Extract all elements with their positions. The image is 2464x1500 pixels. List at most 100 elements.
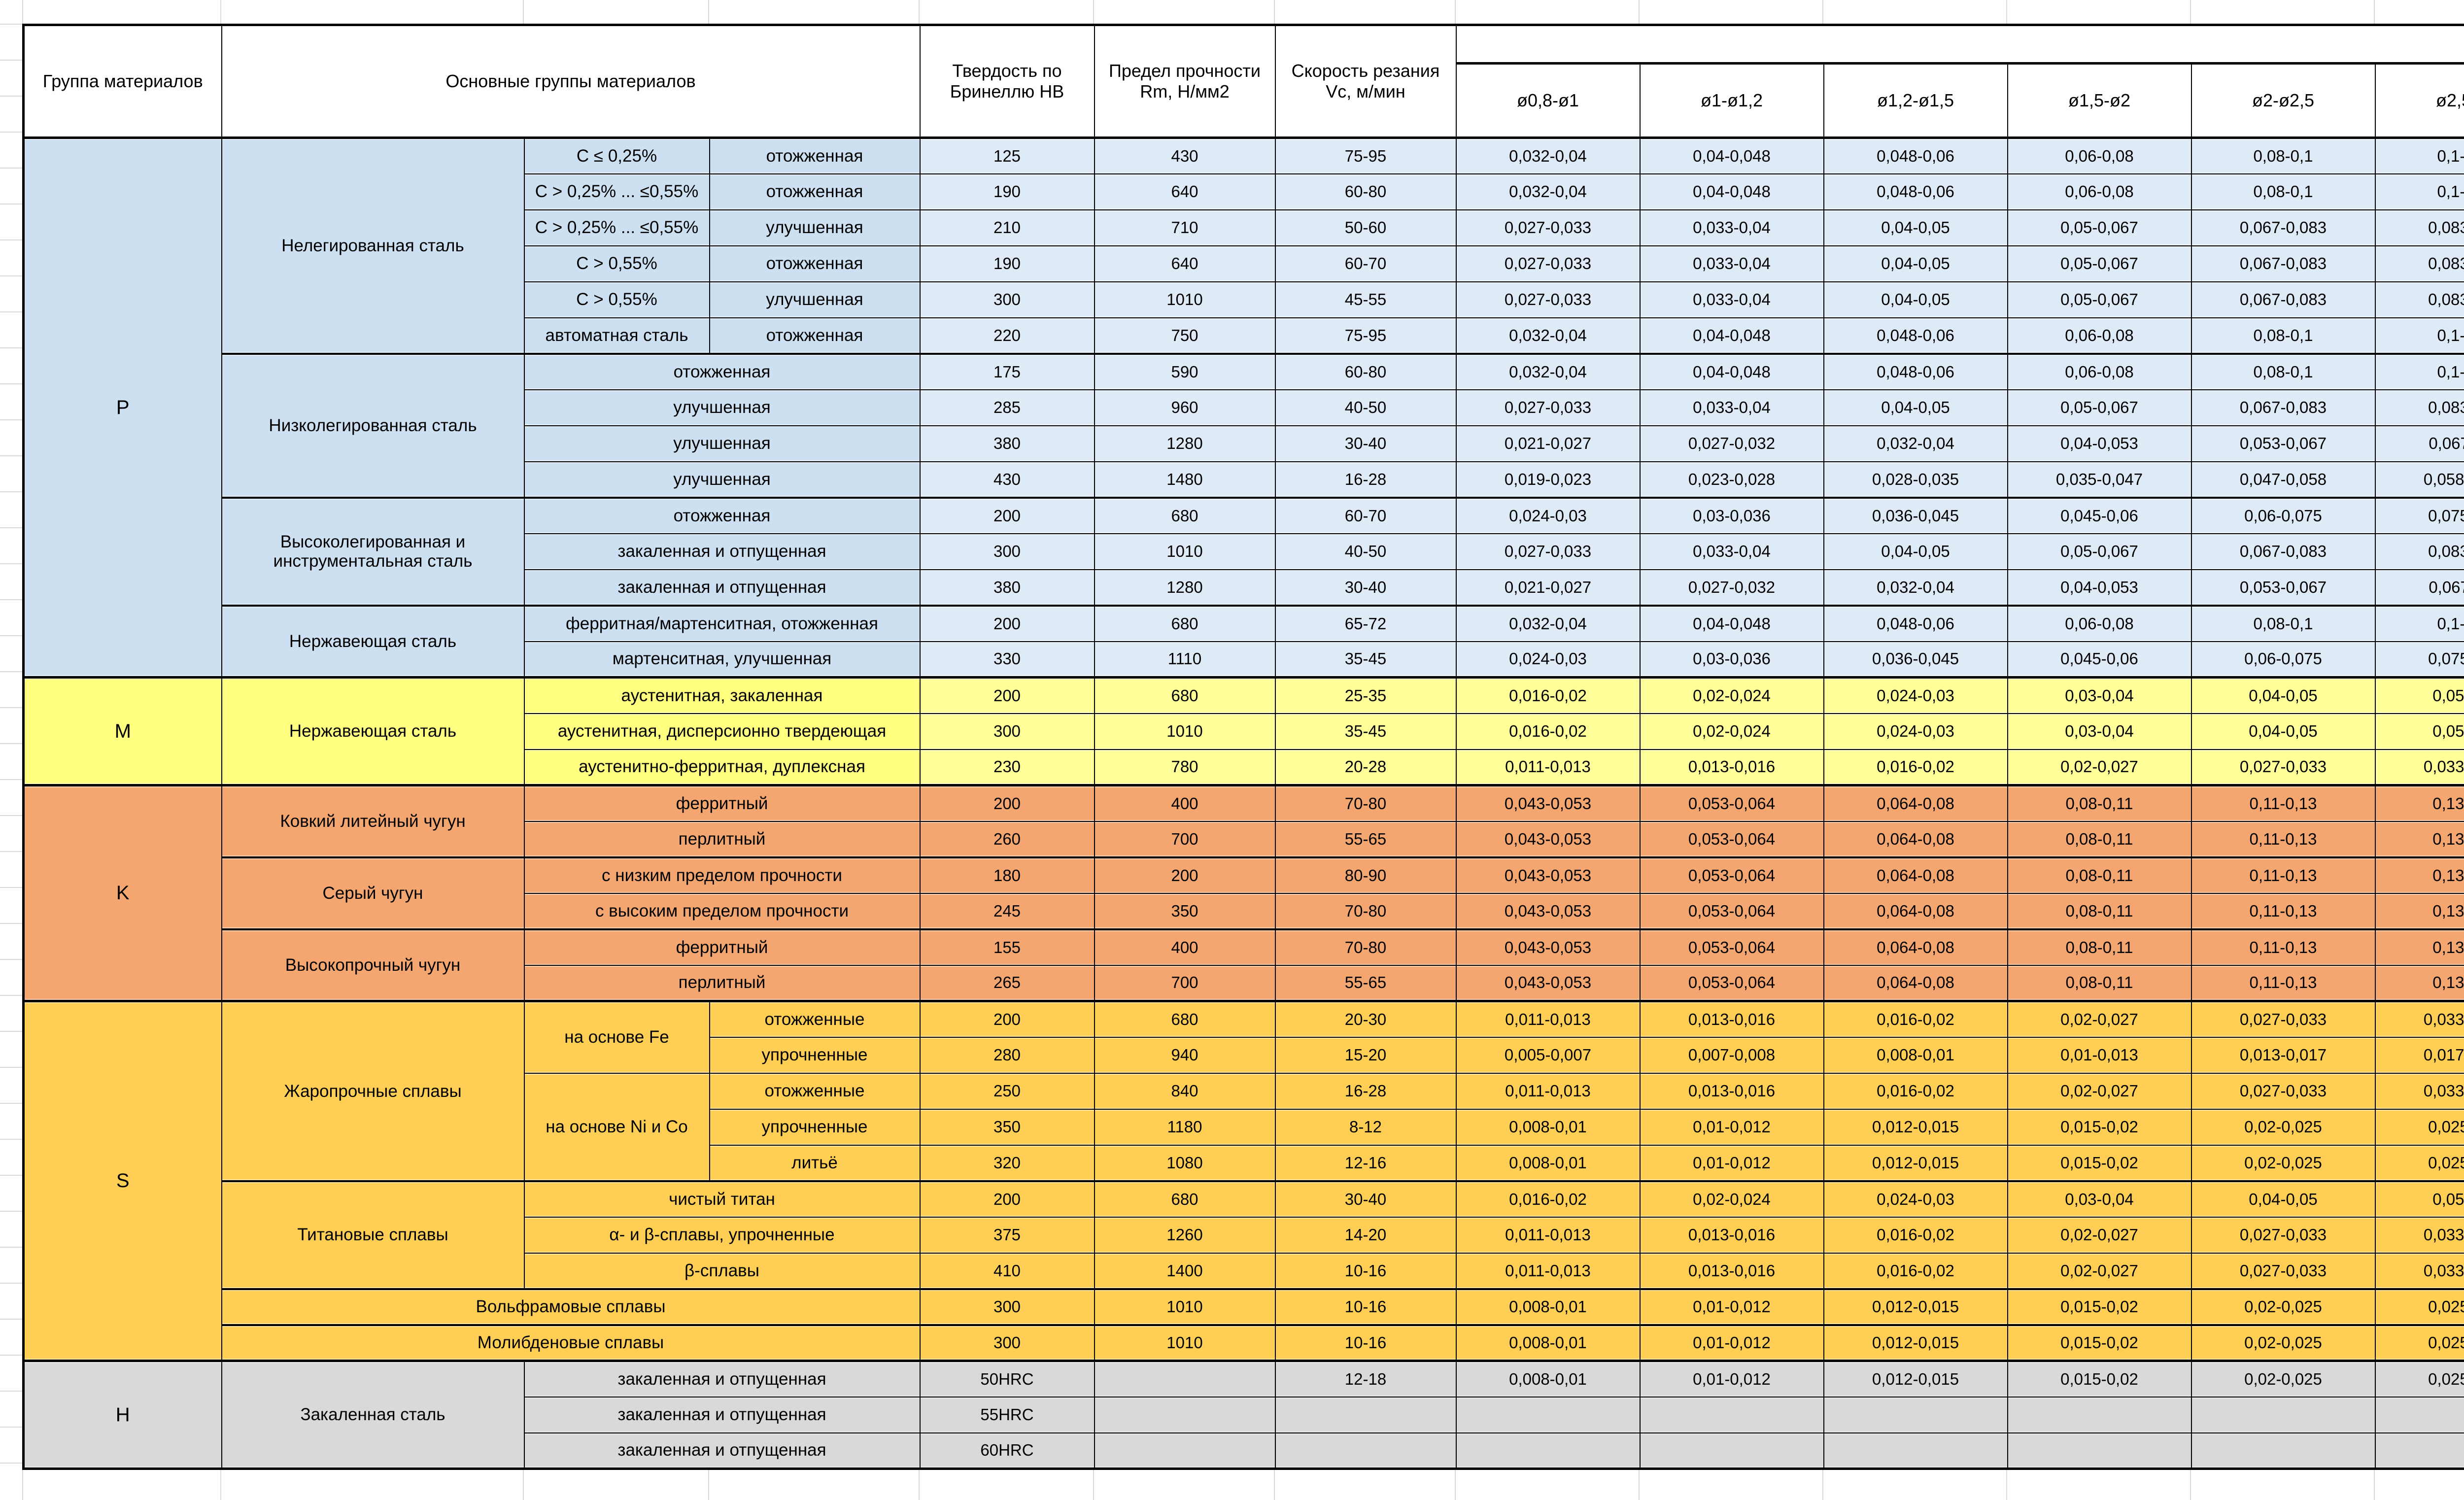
feed-cell[interactable]: 0,012-0,015 <box>1824 1289 2008 1325</box>
speed-cell[interactable]: 10-16 <box>1275 1253 1456 1289</box>
feed-cell[interactable]: 0,04-0,053 <box>2008 426 2191 462</box>
material-cell[interactable]: упрочненные <box>710 1037 920 1073</box>
strength-cell[interactable]: 780 <box>1095 750 1275 785</box>
speed-cell[interactable] <box>1275 1433 1456 1469</box>
feed-cell[interactable]: 0,03-0,04 <box>2008 1181 2191 1217</box>
material-cell[interactable]: Вольфрамовые сплавы <box>222 1289 920 1325</box>
feed-cell[interactable]: 0,064-0,08 <box>1824 857 2008 893</box>
strength-cell[interactable]: 430 <box>1095 138 1275 174</box>
feed-cell[interactable]: 0,016-0,02 <box>1824 1217 2008 1253</box>
feed-cell[interactable]: 0,06-0,08 <box>2008 318 2191 354</box>
speed-cell[interactable]: 60-70 <box>1275 498 1456 534</box>
feed-cell[interactable]: 0,08-0,11 <box>2008 929 2191 965</box>
feed-cell[interactable]: 0,04-0,05 <box>1824 210 2008 246</box>
feed-cell[interactable]: 0,064-0,08 <box>1824 821 2008 857</box>
header-feed-col[interactable]: ø0,8-ø1 <box>1456 64 1640 138</box>
feed-cell[interactable]: 0,03-0,04 <box>2008 714 2191 750</box>
hardness-cell[interactable]: 280 <box>920 1037 1095 1073</box>
hardness-cell[interactable]: 200 <box>920 678 1095 714</box>
material-cell[interactable]: аустенитная, закаленная <box>524 678 920 714</box>
speed-cell[interactable]: 75-95 <box>1275 318 1456 354</box>
strength-cell[interactable]: 1010 <box>1095 714 1275 750</box>
hardness-cell[interactable]: 180 <box>920 857 1095 893</box>
hardness-cell[interactable]: 350 <box>920 1109 1095 1145</box>
feed-cell[interactable]: 0,02-0,024 <box>1640 714 1824 750</box>
feed-cell[interactable]: 0,04-0,05 <box>1824 246 2008 282</box>
feed-cell[interactable]: 0,048-0,06 <box>1824 354 2008 390</box>
hardness-cell[interactable]: 200 <box>920 1001 1095 1037</box>
hardness-cell[interactable]: 380 <box>920 570 1095 606</box>
feed-cell[interactable]: 0,01-0,012 <box>1640 1361 1824 1397</box>
feed-cell[interactable]: 0,032-0,04 <box>1824 426 2008 462</box>
feed-cell[interactable]: 0,06-0,08 <box>2008 174 2191 210</box>
feed-cell[interactable]: 0,027-0,032 <box>1640 426 1824 462</box>
feed-cell[interactable]: 0,04-0,048 <box>1640 606 1824 642</box>
feed-cell[interactable]: 0,13-0,21 <box>2375 821 2464 857</box>
hardness-cell[interactable]: 55HRC <box>920 1397 1095 1433</box>
feed-cell[interactable]: 0,032-0,04 <box>1456 138 1640 174</box>
feed-cell[interactable]: 0,08-0,1 <box>2191 174 2375 210</box>
feed-cell[interactable]: 0,021-0,027 <box>1456 426 1640 462</box>
speed-cell[interactable]: 55-65 <box>1275 965 1456 1001</box>
speed-cell[interactable]: 60-70 <box>1275 246 1456 282</box>
feed-cell[interactable]: 0,032-0,04 <box>1456 174 1640 210</box>
feed-cell[interactable]: 0,033-0,053 <box>2375 1073 2464 1109</box>
group-letter-cell[interactable]: H <box>24 1361 222 1469</box>
feed-cell[interactable]: 0,064-0,08 <box>1824 929 2008 965</box>
feed-cell[interactable]: 0,05-0,067 <box>2008 246 2191 282</box>
feed-cell[interactable]: 0,033-0,053 <box>2375 1253 2464 1289</box>
material-cell[interactable]: упрочненные <box>710 1109 920 1145</box>
feed-cell[interactable]: 0,04-0,048 <box>1640 318 1824 354</box>
material-cell[interactable]: отожженная <box>710 318 920 354</box>
feed-cell[interactable]: 0,02-0,025 <box>2191 1289 2375 1325</box>
feed-cell[interactable]: 0,024-0,03 <box>1456 642 1640 678</box>
speed-cell[interactable]: 20-28 <box>1275 750 1456 785</box>
feed-cell[interactable]: 0,016-0,02 <box>1456 714 1640 750</box>
material-cell[interactable]: Высоколегированная и инструментальная ст… <box>222 498 524 606</box>
hardness-cell[interactable]: 330 <box>920 642 1095 678</box>
hardness-cell[interactable]: 260 <box>920 821 1095 857</box>
feed-cell[interactable] <box>1640 1397 1824 1433</box>
material-cell[interactable]: ферритный <box>524 785 920 821</box>
strength-cell[interactable]: 680 <box>1095 678 1275 714</box>
hardness-cell[interactable]: 200 <box>920 606 1095 642</box>
feed-cell[interactable]: 0,027-0,033 <box>2191 750 2375 785</box>
feed-cell[interactable]: 0,083-0,13 <box>2375 390 2464 426</box>
material-cell[interactable]: отожженная <box>710 138 920 174</box>
material-cell[interactable]: улучшенная <box>710 282 920 318</box>
speed-cell[interactable]: 30-40 <box>1275 1181 1456 1217</box>
feed-cell[interactable]: 0,043-0,053 <box>1456 785 1640 821</box>
feed-cell[interactable]: 0,04-0,048 <box>1640 174 1824 210</box>
feed-cell[interactable]: 0,02-0,027 <box>2008 1217 2191 1253</box>
material-cell[interactable]: Титановые сплавы <box>222 1181 524 1289</box>
feed-cell[interactable]: 0,016-0,02 <box>1456 678 1640 714</box>
feed-cell[interactable]: 0,02-0,025 <box>2191 1361 2375 1397</box>
feed-cell[interactable]: 0,075-0,12 <box>2375 642 2464 678</box>
feed-cell[interactable]: 0,01-0,012 <box>1640 1145 1824 1181</box>
feed-cell[interactable]: 0,011-0,013 <box>1456 1217 1640 1253</box>
material-cell[interactable]: мартенситная, улучшенная <box>524 642 920 678</box>
feed-cell[interactable]: 0,036-0,045 <box>1824 642 2008 678</box>
feed-cell[interactable]: 0,05-0,08 <box>2375 1181 2464 1217</box>
speed-cell[interactable]: 10-16 <box>1275 1325 1456 1361</box>
feed-cell[interactable]: 0,05-0,067 <box>2008 210 2191 246</box>
feed-cell[interactable]: 0,05-0,08 <box>2375 714 2464 750</box>
speed-cell[interactable]: 45-55 <box>1275 282 1456 318</box>
feed-cell[interactable]: 0,053-0,064 <box>1640 785 1824 821</box>
feed-cell[interactable]: 0,04-0,05 <box>2191 1181 2375 1217</box>
header-materials-col[interactable]: Основные группы материалов <box>222 25 920 138</box>
material-cell[interactable]: C > 0,25% ... ≤0,55% <box>524 174 710 210</box>
speed-cell[interactable]: 8-12 <box>1275 1109 1456 1145</box>
feed-cell[interactable]: 0,02-0,024 <box>1640 1181 1824 1217</box>
header-feed-banner[interactable]: Подача Fn, мм/об <box>1456 25 2464 64</box>
feed-cell[interactable]: 0,13-0,21 <box>2375 929 2464 965</box>
feed-cell[interactable]: 0,067-0,083 <box>2191 210 2375 246</box>
feed-cell[interactable]: 0,033-0,04 <box>1640 534 1824 570</box>
feed-cell[interactable]: 0,06-0,08 <box>2008 138 2191 174</box>
strength-cell[interactable]: 1010 <box>1095 282 1275 318</box>
feed-cell[interactable]: 0,04-0,048 <box>1640 354 1824 390</box>
strength-cell[interactable]: 1480 <box>1095 462 1275 498</box>
material-cell[interactable]: на основе Fe <box>524 1001 710 1073</box>
strength-cell[interactable]: 1010 <box>1095 534 1275 570</box>
feed-cell[interactable]: 0,027-0,033 <box>1456 246 1640 282</box>
